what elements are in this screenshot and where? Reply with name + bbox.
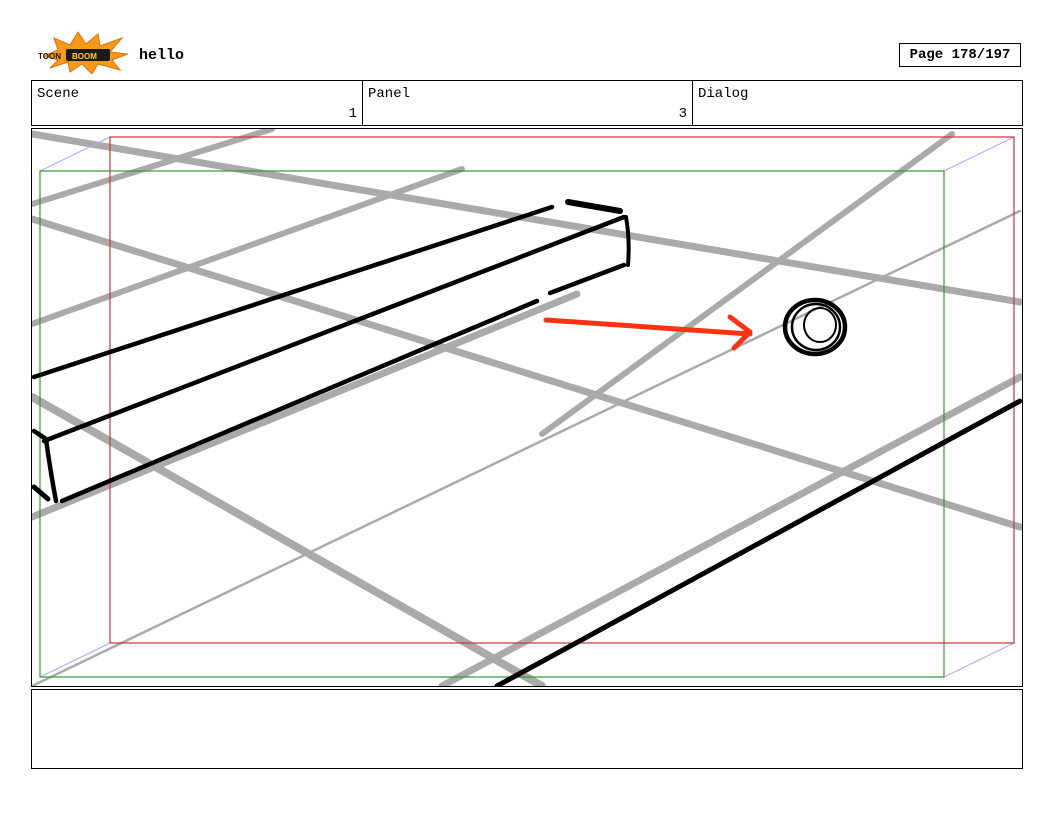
dialog-label: Dialog <box>698 86 749 102</box>
camera-frame <box>109 136 1015 644</box>
sketch-stroke <box>565 199 623 214</box>
perspective-guides <box>32 129 1022 686</box>
dialog-field[interactable]: Dialog <box>692 81 1022 125</box>
sketch-stroke <box>59 298 540 504</box>
page-indicator: Page 178/197 <box>899 43 1021 67</box>
logo-text-left: TOON <box>38 52 61 61</box>
panel-info-row: Scene 1 Panel 3 Dialog <box>31 80 1023 126</box>
scene-label: Scene <box>37 86 80 102</box>
projection-line <box>39 642 111 678</box>
direction-arrow <box>543 314 753 351</box>
logo-text-right: BOOM <box>72 52 97 61</box>
guide-line <box>32 290 581 521</box>
project-title: hello <box>139 47 185 64</box>
sketch-stroke <box>32 484 51 502</box>
guide-line <box>32 166 465 327</box>
ball-sketch <box>782 297 848 357</box>
scene-field[interactable]: Scene 1 <box>32 81 362 125</box>
storyboard-panel[interactable] <box>31 128 1023 687</box>
guide-line <box>438 373 1022 686</box>
ball-outline <box>803 307 837 343</box>
guide-line <box>539 131 955 437</box>
scene-value: 1 <box>348 106 357 122</box>
panel-label: Panel <box>368 86 411 102</box>
panel-value: 3 <box>678 106 687 122</box>
safe-frame <box>39 170 945 678</box>
arrow-shaft <box>543 317 753 337</box>
guide-line-thin <box>32 209 1022 686</box>
sketch-stroke <box>547 262 627 296</box>
panel-field[interactable]: Panel 3 <box>362 81 692 125</box>
projection-line <box>943 136 1015 172</box>
ball-outline <box>790 302 842 352</box>
notes-box[interactable] <box>31 689 1023 769</box>
toon-boom-logo: TOON BOOM <box>36 30 129 75</box>
sketch-stroke <box>624 215 631 267</box>
page-indicator-label: Page 178/197 <box>909 47 1011 63</box>
projection-line <box>943 642 1015 678</box>
